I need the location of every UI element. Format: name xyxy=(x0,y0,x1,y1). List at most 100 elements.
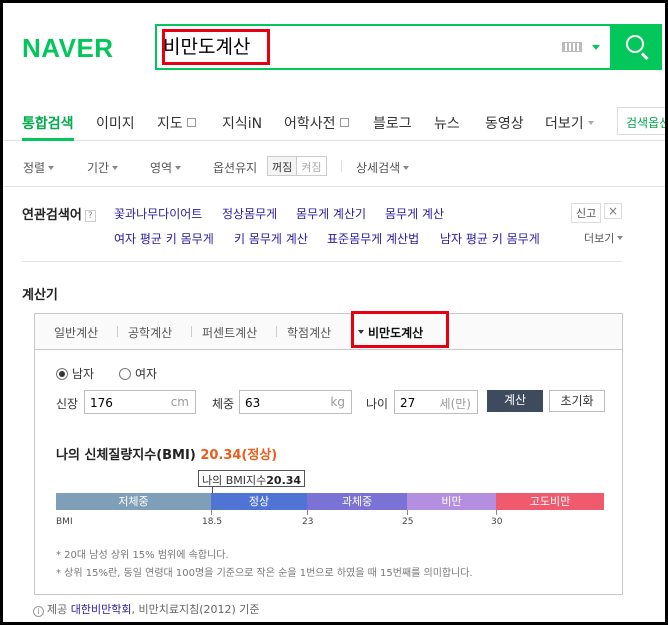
active-tab-indicator xyxy=(22,138,74,141)
related-link[interactable]: 몸무게 계산기 xyxy=(296,205,366,222)
calc-tab-scientific[interactable]: 공학계산 xyxy=(128,324,172,341)
gender-female-label: 여자 xyxy=(135,367,158,381)
search-box[interactable]: 비만도계산 xyxy=(155,24,612,70)
filter-sort[interactable]: 정렬 xyxy=(23,159,55,176)
tab-blog[interactable]: 블로그 xyxy=(373,113,412,133)
page: NAVER 비만도계산 통합검색 이미지 지도 지식iN 어학사전 블로그 뉴스… xyxy=(3,3,665,622)
weight-input[interactable]: 63 kg xyxy=(239,390,352,414)
scale-label: 25 xyxy=(402,517,414,527)
toggle-on-option[interactable]: 켜짐 xyxy=(297,157,325,175)
tab-all[interactable]: 통합검색 xyxy=(22,113,74,133)
search-options-button[interactable]: 검색옵션 xyxy=(617,107,665,135)
scale-label: 23 xyxy=(302,517,314,527)
source-link[interactable]: 대한비만학회 xyxy=(71,603,132,616)
tab-dictionary[interactable]: 어학사전 xyxy=(284,113,349,133)
bmi-marker-value: 20.34 xyxy=(266,474,302,487)
related-searches-label: 연관검색어 xyxy=(22,208,82,223)
chevron-down-icon xyxy=(587,121,594,125)
related-link[interactable]: 키 몸무게 계산 xyxy=(234,230,308,247)
related-more-label: 더보기 xyxy=(584,232,615,245)
chevron-down-icon xyxy=(403,166,410,170)
gender-male-radio[interactable]: 남자 xyxy=(56,365,94,382)
new-window-icon xyxy=(339,118,349,127)
calc-tab-bmi[interactable]: 비만도계산 xyxy=(368,324,423,341)
filter-sort-label: 정렬 xyxy=(23,161,46,175)
filter-advanced-label: 상세검색 xyxy=(356,161,401,175)
bmi-segment-normal: 정상 xyxy=(211,493,307,510)
chevron-down-icon xyxy=(175,166,182,170)
height-unit: cm xyxy=(170,395,189,409)
gender-female-radio[interactable]: 여자 xyxy=(119,365,157,382)
tab-video[interactable]: 동영상 xyxy=(485,113,524,133)
divider xyxy=(341,160,342,172)
reset-button[interactable]: 초기화 xyxy=(549,390,605,412)
scale-tick xyxy=(211,510,212,515)
search-icon xyxy=(626,35,644,53)
help-icon[interactable]: ? xyxy=(84,210,96,222)
related-more-button[interactable]: 더보기 xyxy=(584,230,624,246)
chevron-down-icon xyxy=(112,166,119,170)
bmi-note: * 상위 15%란, 동일 연령대 100명을 기준으로 작은 순을 1번으로 … xyxy=(56,568,473,579)
weight-label: 체중 xyxy=(212,397,235,411)
scale-label: 18.5 xyxy=(202,517,223,527)
height-value: 176 xyxy=(90,396,113,410)
calc-tab-percent[interactable]: 퍼센트계산 xyxy=(202,324,257,341)
calculator-tabs: 일반계산 공학계산 퍼센트계산 학점계산 비만도계산 xyxy=(35,311,622,350)
bmi-note: * 20대 남성 상위 15% 범위에 속합니다. xyxy=(56,550,229,561)
tab-kin[interactable]: 지식iN xyxy=(222,113,262,133)
source-credit: i 제공 대한비만학회, 비만치료지침(2012) 기준 xyxy=(33,601,260,617)
calculate-button[interactable]: 계산 xyxy=(487,390,543,412)
related-link[interactable]: 표준몸무게 계산법 xyxy=(327,230,419,247)
source-prefix: 제공 xyxy=(47,603,68,616)
tab-map[interactable]: 지도 xyxy=(157,113,196,133)
age-value: 27 xyxy=(400,396,416,410)
height-label: 신장 xyxy=(56,397,79,411)
calc-tab-general[interactable]: 일반계산 xyxy=(54,324,98,341)
calculator-title: 계산기 xyxy=(22,288,58,303)
chevron-down-icon xyxy=(48,166,55,170)
close-icon[interactable]: × xyxy=(604,203,622,219)
bmi-result-value: 20.34(정상) xyxy=(200,448,278,463)
filter-period[interactable]: 기간 xyxy=(87,159,119,176)
filter-period-label: 기간 xyxy=(87,161,110,175)
related-link[interactable]: 몸무게 계산 xyxy=(385,205,444,222)
filter-area-label: 영역 xyxy=(150,161,173,175)
related-link[interactable]: 정상몸무게 xyxy=(222,205,277,222)
age-input[interactable]: 27 세(만) xyxy=(394,390,478,414)
scale-tick xyxy=(307,510,308,515)
related-link[interactable]: 남자 평균 키 몸무게 xyxy=(440,230,540,247)
tab-dictionary-label: 어학사전 xyxy=(284,116,336,132)
scale-label: 30 xyxy=(491,517,503,527)
radio-unselected-icon xyxy=(119,368,131,380)
tab-map-label: 지도 xyxy=(157,116,183,132)
calc-tab-grade[interactable]: 학점계산 xyxy=(287,324,331,341)
naver-logo[interactable]: NAVER xyxy=(22,33,114,64)
tab-news[interactable]: 뉴스 xyxy=(434,113,460,133)
divider xyxy=(276,326,277,337)
age-label: 나이 xyxy=(366,397,389,411)
scale-label: BMI xyxy=(56,517,73,527)
related-link[interactable]: 여자 평균 키 몸무게 xyxy=(114,230,214,247)
section-divider xyxy=(22,261,622,262)
filter-area[interactable]: 영역 xyxy=(150,159,182,176)
toggle-off-option[interactable]: 꺼짐 xyxy=(268,157,298,175)
related-searches-title: 연관검색어? xyxy=(22,204,96,223)
height-input[interactable]: 176 cm xyxy=(84,390,196,414)
autocomplete-toggle-icon[interactable] xyxy=(592,45,600,50)
keyboard-icon[interactable] xyxy=(562,42,582,52)
tab-images[interactable]: 이미지 xyxy=(96,113,135,133)
tab-more[interactable]: 더보기 xyxy=(545,113,594,133)
filter-keep-options: 옵션유지 xyxy=(213,161,258,175)
report-button[interactable]: 신고 xyxy=(571,203,602,223)
keep-options-toggle[interactable]: 꺼짐 켜짐 xyxy=(267,156,327,176)
radio-selected-icon xyxy=(56,368,68,380)
search-button[interactable] xyxy=(612,24,662,70)
divider xyxy=(117,326,118,337)
source-suffix: , 비만치료지침(2012) 기준 xyxy=(131,603,260,616)
search-icon-handle xyxy=(641,52,649,60)
bmi-result: 나의 신체질량지수(BMI) 20.34(정상) xyxy=(56,444,277,463)
search-input[interactable]: 비만도계산 xyxy=(163,32,250,59)
related-link[interactable]: 꽃과나무다이어트 xyxy=(114,205,202,222)
active-tab-arrow-icon xyxy=(358,330,364,334)
filter-advanced[interactable]: 상세검색 xyxy=(356,159,410,176)
